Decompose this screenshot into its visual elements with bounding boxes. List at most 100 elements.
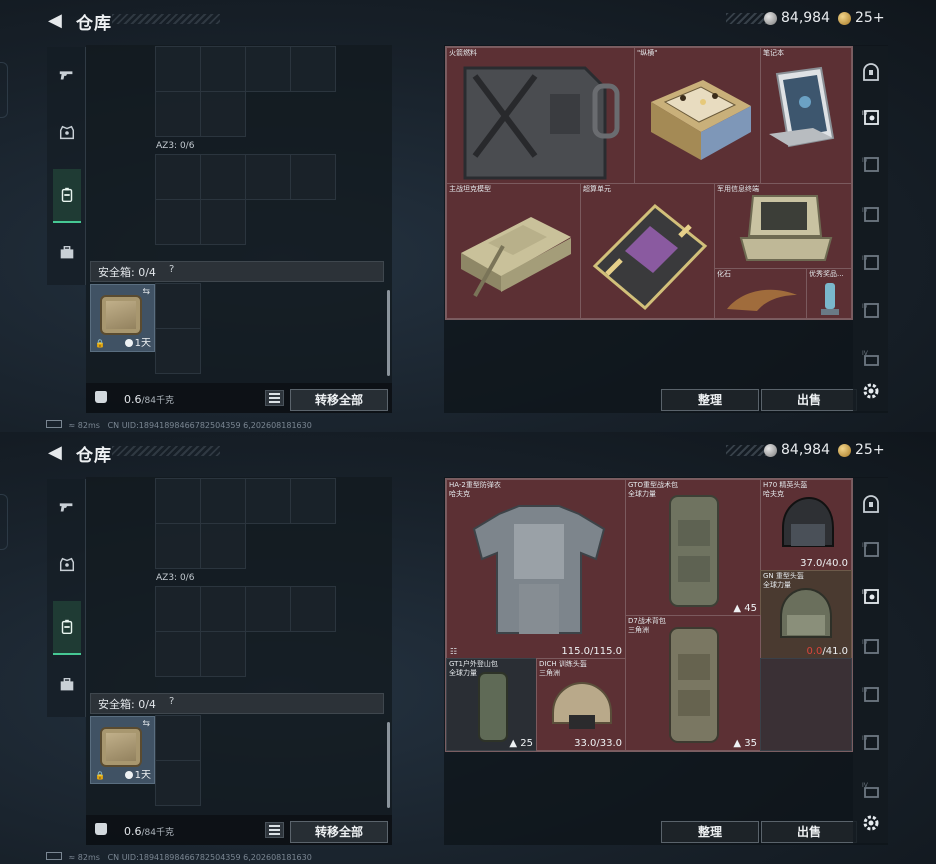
grid-slot[interactable] [200, 154, 246, 200]
settings-gear-icon[interactable] [859, 811, 883, 835]
settings-gear-icon[interactable] [859, 379, 883, 403]
item-card[interactable]: GT1户外登山包 全球力量 ▲ 25 [446, 658, 537, 751]
grid-slot[interactable] [200, 523, 246, 569]
item-card[interactable]: 火箭燃料 [446, 47, 635, 184]
storage-tabs: IV IV IV IV IV IV [853, 46, 888, 411]
storage-tab-2-icon[interactable]: IV [859, 584, 883, 608]
grid-slot[interactable] [290, 586, 336, 632]
safe-box-header: 安全箱: 0/4 ? [90, 261, 384, 282]
grid-slot[interactable] [155, 46, 201, 92]
item-capacity: ▲ 35 [733, 738, 757, 749]
sell-button[interactable]: 出售 [761, 389, 857, 411]
tab-weapons[interactable] [53, 55, 81, 95]
grid-slot[interactable] [245, 154, 291, 200]
back-arrow-icon[interactable]: ◀ [48, 10, 62, 31]
scrollbar[interactable] [387, 290, 390, 376]
body-armor-image [472, 505, 606, 634]
item-card[interactable]: DICH 训练头盔 三角洲 33.0/33.0 [536, 658, 626, 751]
grid-slot[interactable] [245, 46, 291, 92]
item-card[interactable]: 军用信息终端 [714, 183, 852, 269]
item-card[interactable]: 超算单元 [580, 183, 715, 319]
tab-briefcase[interactable] [53, 233, 81, 273]
storage-tab-3-icon[interactable]: IV [859, 202, 883, 226]
transfer-all-button[interactable]: 转移全部 [290, 821, 388, 843]
grid-slot[interactable] [155, 586, 201, 632]
grid-slot[interactable] [155, 199, 201, 245]
tab-backpack[interactable] [53, 601, 81, 655]
item-card[interactable]: H70 精英头盔 哈夫克 37.0/40.0 [760, 479, 852, 571]
grid-slot[interactable] [155, 328, 201, 374]
grid-slot[interactable] [200, 46, 246, 92]
storage-tab-6-icon[interactable]: IV [859, 778, 883, 802]
grid-slot[interactable] [200, 199, 246, 245]
transfer-all-button[interactable]: 转移全部 [290, 389, 388, 411]
grid-slot[interactable] [155, 760, 201, 806]
storage-tab-1-icon[interactable]: IV [859, 537, 883, 561]
safe-box-case[interactable]: ⇆ 🔒 1天 [90, 284, 155, 352]
grid-slot[interactable] [200, 91, 246, 137]
storage-tab-6-icon[interactable]: IV [859, 346, 883, 370]
grid-slot[interactable] [155, 715, 201, 761]
storage-tab-2-icon[interactable]: IV [859, 152, 883, 176]
side-drawer-handle[interactable] [0, 494, 8, 550]
vault-tab-icon[interactable] [859, 60, 883, 84]
case-duration-value: 1天 [134, 338, 151, 349]
grid-slot[interactable] [155, 478, 201, 524]
tab-equipment[interactable] [53, 545, 81, 585]
sort-button[interactable]: 整理 [661, 821, 759, 843]
grid-slot[interactable] [155, 91, 201, 137]
item-card[interactable]: HA-2重型防弹衣 哈夫克 ☷ 115.0/115.0 [446, 479, 626, 659]
vault-tab-icon[interactable] [859, 492, 883, 516]
help-icon[interactable]: ? [169, 264, 174, 275]
grid-slot[interactable] [155, 631, 201, 677]
item-card[interactable]: D7战术背包 三角洲 ▲ 35 [625, 615, 761, 751]
swap-icon[interactable]: ⇆ [142, 719, 150, 729]
list-view-icon[interactable] [265, 390, 284, 406]
grid-slot[interactable] [200, 586, 246, 632]
svg-text:IV: IV [862, 782, 869, 789]
grid-slot[interactable] [245, 586, 291, 632]
pistol-icon [59, 71, 73, 80]
safe-box-grid [155, 283, 246, 374]
storage-tab-4-icon[interactable]: IV [859, 250, 883, 274]
grid-slot[interactable] [200, 478, 246, 524]
tab-backpack[interactable] [53, 169, 81, 223]
side-drawer-handle[interactable] [0, 62, 8, 118]
help-icon[interactable]: ? [169, 696, 174, 707]
scrollbar[interactable] [387, 722, 390, 808]
storage-tab-5-icon[interactable]: IV [859, 298, 883, 322]
storage-tab-4-icon[interactable]: IV [859, 682, 883, 706]
swap-icon[interactable]: ⇆ [142, 287, 150, 297]
item-card[interactable]: GTO重型战术包 全球力量 ▲ 45 [625, 479, 761, 616]
tab-equipment[interactable] [53, 113, 81, 153]
item-card[interactable]: 主战坦克模型 [446, 183, 581, 319]
grid-slot[interactable] [290, 46, 336, 92]
item-card[interactable]: "纵横" [634, 47, 761, 184]
tab-weapons[interactable] [53, 487, 81, 527]
grid-slot[interactable] [200, 631, 246, 677]
item-card[interactable]: 化石 [714, 268, 807, 319]
item-card[interactable]: GN 重型头盔 全球力量 0.0/41.0 [760, 570, 852, 659]
grid-slot[interactable] [290, 478, 336, 524]
storage-tab-3-icon[interactable]: IV [859, 634, 883, 658]
tab-briefcase[interactable] [53, 665, 81, 705]
item-card[interactable]: 笔记本 [760, 47, 852, 184]
grid-slot[interactable] [155, 283, 201, 329]
grid-slot[interactable] [155, 523, 201, 569]
grid-slot[interactable] [290, 154, 336, 200]
backpack-icon [61, 619, 73, 635]
storage-tab-1-icon[interactable]: IV [859, 105, 883, 129]
back-arrow-icon[interactable]: ◀ [48, 442, 62, 463]
empty-slot[interactable] [760, 658, 852, 751]
grid-slot[interactable] [155, 154, 201, 200]
gold-amount[interactable]: 25+ [855, 442, 885, 458]
item-card[interactable]: 优秀奖品... [806, 268, 852, 319]
storage-tab-5-icon[interactable]: IV [859, 730, 883, 754]
gold-amount[interactable]: 25+ [855, 10, 885, 26]
sell-button[interactable]: 出售 [761, 821, 857, 843]
grid-slot[interactable] [245, 478, 291, 524]
laptop-image [769, 66, 835, 148]
list-view-icon[interactable] [265, 822, 284, 838]
sort-button[interactable]: 整理 [661, 389, 759, 411]
safe-box-case[interactable]: ⇆ 🔒 1天 [90, 716, 155, 784]
